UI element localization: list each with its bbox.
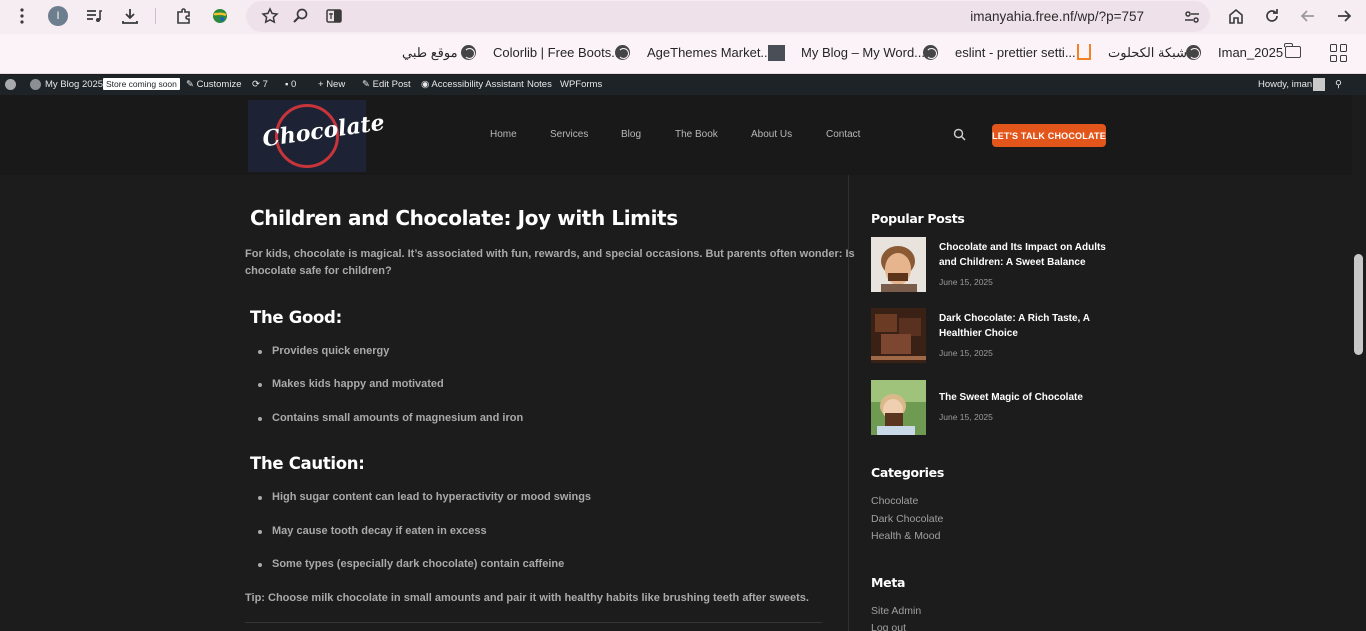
intro-line-1: For kids, chocolate is magical. It’s ass… [245, 248, 855, 260]
bookmark-star-icon[interactable] [260, 6, 280, 26]
list-item: Contains small amounts of magnesium and … [257, 412, 524, 424]
categories-heading: Categories [871, 465, 944, 480]
post-thumbnail[interactable] [871, 380, 926, 435]
post-date: June 15, 2025 [939, 348, 993, 358]
folder-icon [1284, 43, 1301, 58]
edit-post-link[interactable]: ✎ Edit Post [362, 79, 411, 90]
howdy-user[interactable]: Howdy, iman [1258, 79, 1312, 90]
toolbar-separator [155, 8, 156, 24]
new-content-link[interactable]: + New [318, 79, 345, 90]
talk-chocolate-button[interactable]: LET'S TALK CHOCOLATE [992, 124, 1106, 147]
wordpress-logo-icon[interactable] [5, 79, 16, 90]
popular-post-title[interactable]: The Sweet Magic of Chocolate [939, 390, 1109, 405]
globe-icon [923, 45, 938, 60]
popular-posts-heading: Popular Posts [871, 211, 965, 226]
accessibility-label: Accessibility Assistant [431, 79, 524, 90]
popular-post-title[interactable]: Dark Chocolate: A Rich Taste, A Healthie… [939, 311, 1109, 341]
accessibility-link[interactable]: ◉ Accessibility Assistant [421, 79, 524, 90]
download-icon[interactable] [120, 6, 140, 26]
notes-link[interactable]: Notes [527, 79, 552, 90]
sidebar-divider [848, 175, 849, 631]
agethemes-icon [768, 45, 785, 61]
nav-blog[interactable]: Blog [621, 129, 641, 140]
list-item: May cause tooth decay if eaten in excess [258, 525, 487, 537]
bookmark-eslint[interactable]: eslint - prettier setti... [955, 45, 1076, 60]
category-link[interactable]: Health & Mood [871, 530, 940, 542]
site-logo[interactable]: Chocolate [248, 100, 386, 172]
updates-count: 7 [262, 79, 268, 90]
back-arrow-icon[interactable] [1298, 6, 1318, 26]
extension-globe-icon[interactable] [210, 6, 230, 26]
page-scrollbar[interactable] [1352, 95, 1366, 631]
category-link[interactable]: Chocolate [871, 495, 918, 507]
home-icon[interactable] [1226, 6, 1246, 26]
dashboard-icon [30, 79, 41, 90]
edit-post-label: Edit Post [372, 79, 411, 90]
comments-count: 0 [291, 79, 297, 90]
category-link[interactable]: Dark Chocolate [871, 513, 943, 525]
url-text[interactable]: imanyahia.free.nf/wp/?p=757 [970, 9, 1144, 24]
reload-icon[interactable] [1262, 6, 1282, 26]
customize-link[interactable]: ✎ Customize [186, 79, 241, 90]
customize-label: Customize [196, 79, 242, 90]
media-playlist-icon[interactable] [84, 6, 104, 26]
all-bookmarks-icon[interactable] [1330, 44, 1348, 62]
intro-line-2: chocolate safe for children? [245, 265, 392, 277]
stackoverflow-icon [1077, 44, 1091, 60]
popular-post-title[interactable]: Chocolate and Its Impact on Adults and C… [939, 240, 1109, 270]
bookmark-medical-site[interactable]: موقع طبي [402, 45, 458, 61]
nav-services[interactable]: Services [550, 129, 588, 140]
zoom-icon[interactable] [291, 6, 311, 26]
bookmark-kahlout[interactable]: شبكة الكحلوت [1108, 45, 1187, 61]
content-separator [245, 622, 822, 623]
caution-heading: The Caution: [250, 454, 365, 473]
nav-home[interactable]: Home [490, 129, 517, 140]
meta-heading: Meta [871, 575, 906, 590]
address-bar[interactable]: imanyahia.free.nf/wp/?p=757 [246, 1, 1210, 32]
post-thumbnail[interactable] [871, 308, 926, 363]
globe-icon [1186, 45, 1201, 60]
meta-link[interactable]: Site Admin [871, 605, 921, 617]
post-date: June 15, 2025 [939, 412, 993, 422]
new-label: New [326, 79, 346, 90]
post-thumbnail[interactable] [871, 237, 926, 292]
bookmark-colorlib[interactable]: Colorlib | Free Boots... [493, 45, 622, 60]
content-area [0, 175, 1352, 631]
admin-search-icon[interactable]: ⚲ [1335, 79, 1342, 90]
scrollbar-thumb[interactable] [1354, 254, 1363, 355]
kebab-menu-icon[interactable] [12, 6, 32, 26]
nav-contact[interactable]: Contact [826, 129, 860, 140]
wp-admin-bar: My Blog 2025 Store coming soon ✎ Customi… [0, 75, 1366, 95]
globe-icon [461, 45, 476, 60]
site-settings-icon[interactable] [1182, 7, 1202, 27]
meta-link[interactable]: Log out [871, 622, 906, 631]
user-avatar[interactable] [1313, 78, 1325, 91]
comments-link[interactable]: ▪ 0 [285, 79, 296, 90]
translate-icon[interactable] [324, 6, 344, 26]
list-item: High sugar content can lead to hyperacti… [257, 491, 592, 503]
admin-site-name[interactable]: My Blog 2025 [45, 79, 103, 90]
profile-avatar[interactable]: I [48, 6, 68, 26]
search-icon[interactable] [953, 128, 966, 141]
article-title: Children and Chocolate: Joy with Limits [250, 206, 678, 230]
bookmark-my-blog[interactable]: My Blog – My Word... [801, 45, 925, 60]
nav-about-us[interactable]: About Us [751, 129, 792, 140]
forward-arrow-icon[interactable] [1334, 6, 1354, 26]
store-coming-soon-badge[interactable]: Store coming soon [103, 78, 180, 90]
globe-icon [615, 45, 630, 60]
good-heading: The Good: [250, 308, 342, 327]
tip-text: Tip: Choose milk chocolate in small amou… [245, 592, 809, 604]
extensions-icon[interactable] [174, 6, 194, 26]
nav-the-book[interactable]: The Book [675, 129, 718, 140]
wpforms-link[interactable]: WPForms [560, 79, 602, 90]
list-item: Provides quick energy [257, 345, 390, 357]
post-date: June 15, 2025 [939, 277, 993, 287]
list-item: Makes kids happy and motivated [258, 378, 444, 390]
list-item: Some types (especially dark chocolate) c… [257, 558, 565, 570]
bookmark-folder-iman[interactable]: Iman_2025 [1218, 45, 1283, 60]
updates-link[interactable]: ⟳ 7 [252, 79, 268, 90]
bookmark-agethemes[interactable]: AgeThemes Market... [647, 45, 771, 60]
